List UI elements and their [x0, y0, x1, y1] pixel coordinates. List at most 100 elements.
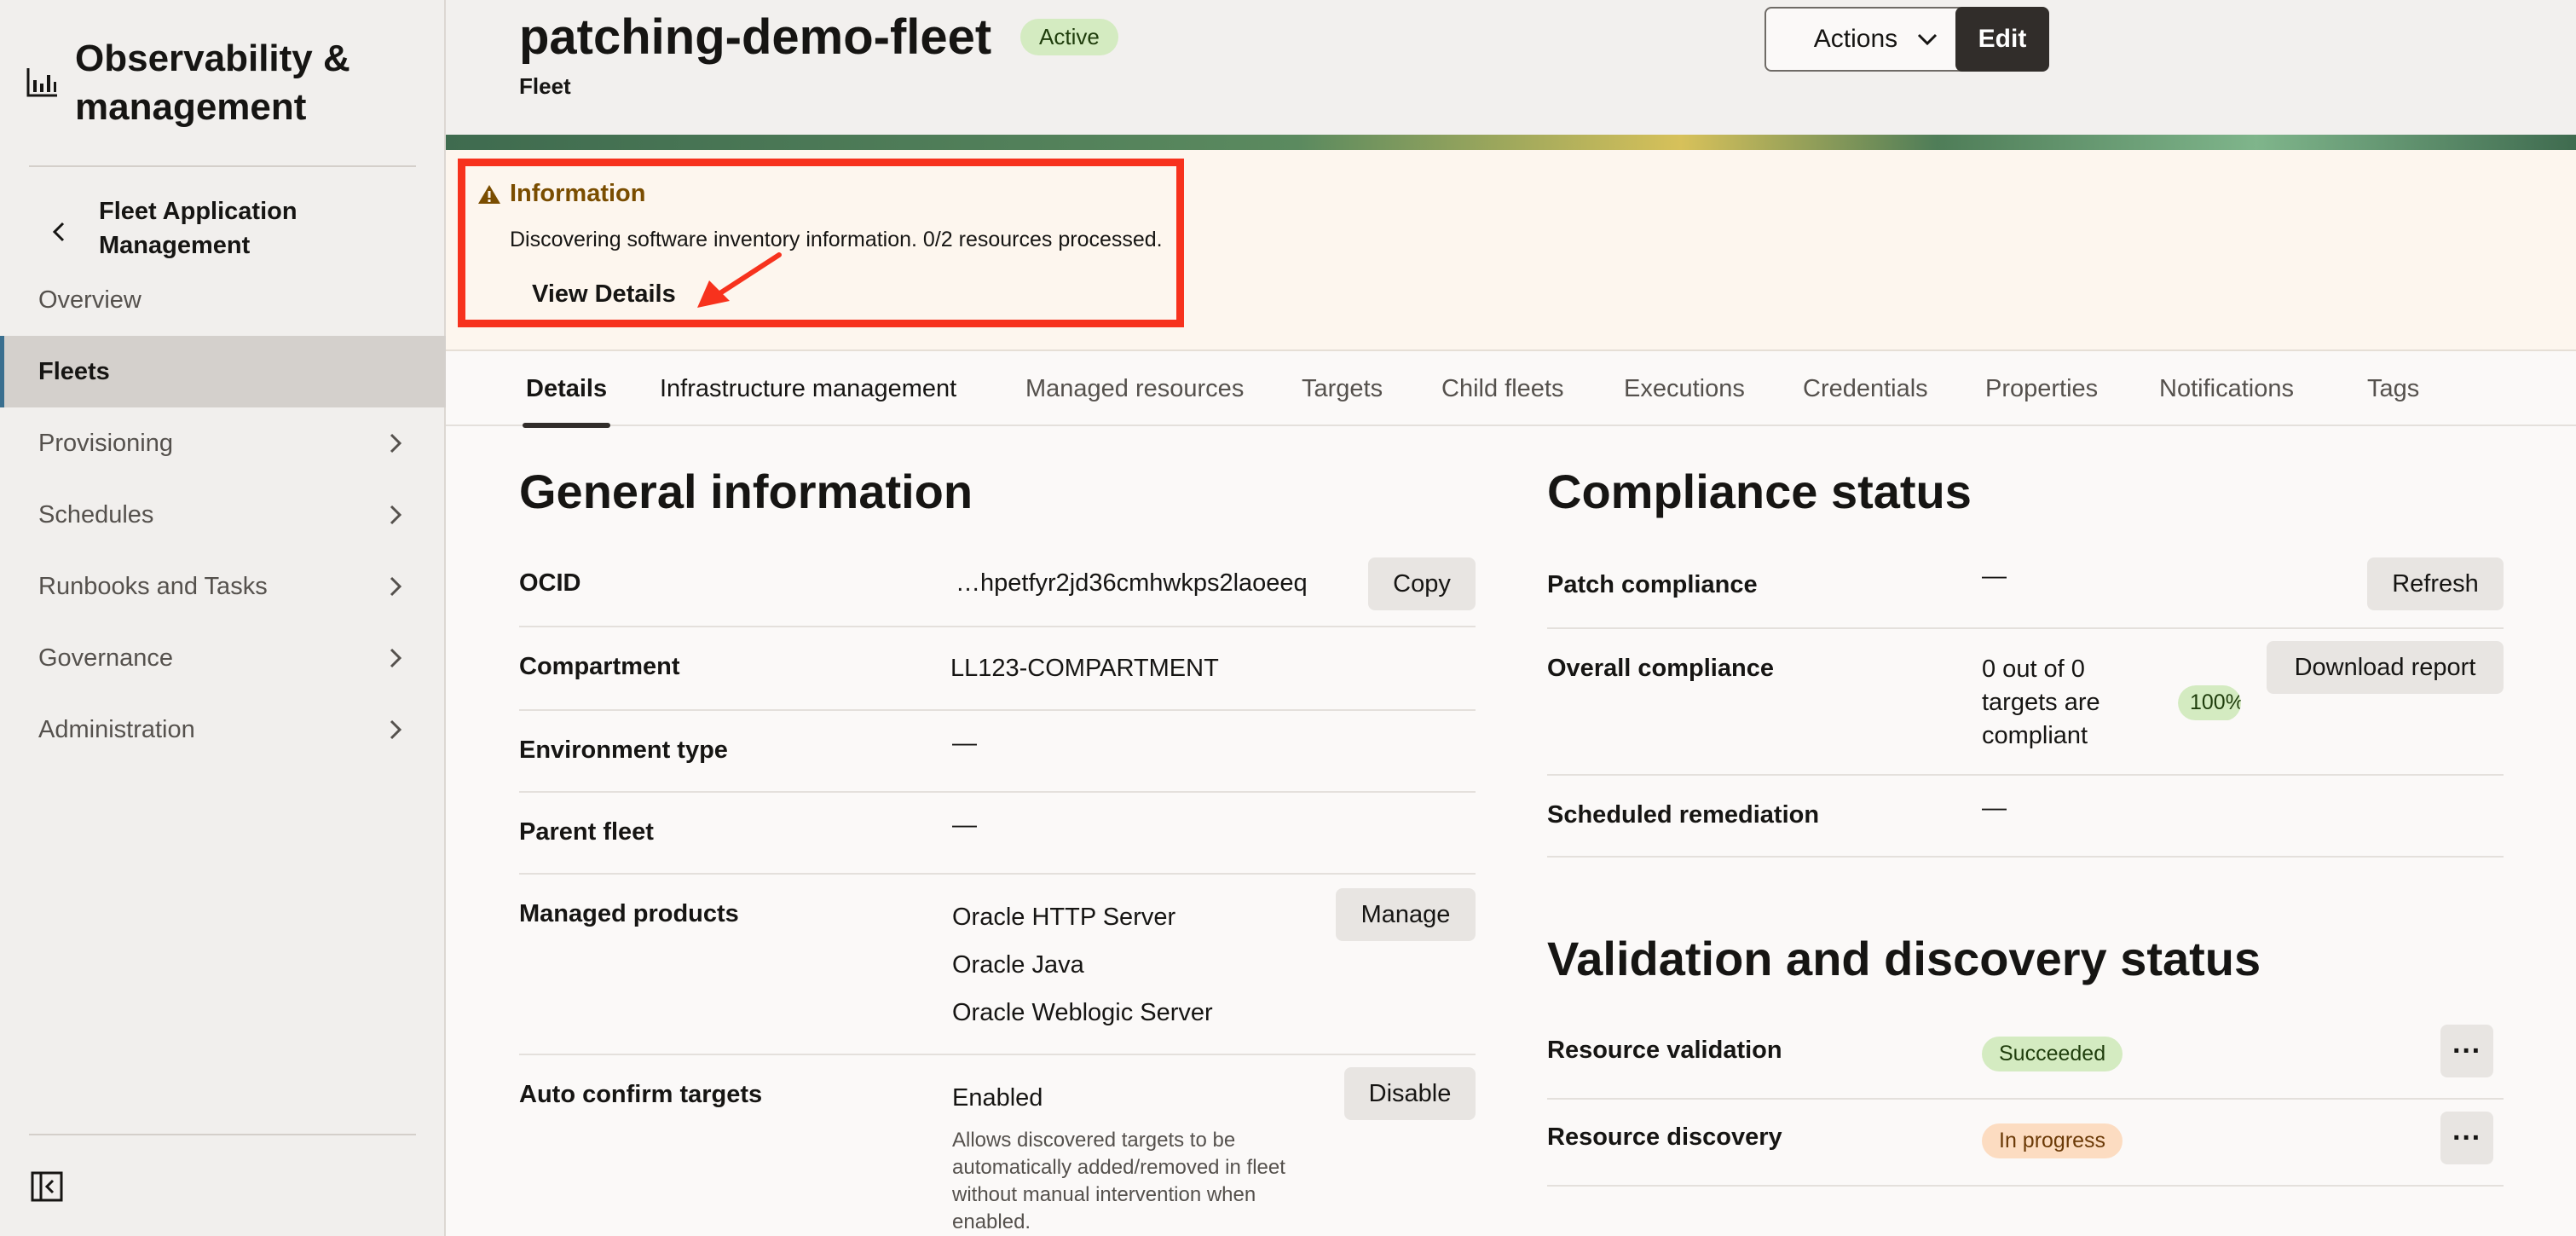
tab-properties[interactable]: Properties — [1985, 375, 2098, 403]
row-divider — [519, 873, 1476, 875]
tab-notifications[interactable]: Notifications — [2159, 375, 2294, 403]
tab-child-fleets[interactable]: Child fleets — [1441, 375, 1563, 403]
chevron-right-icon — [390, 576, 402, 597]
resource-validation-more-button[interactable]: ··· — [2440, 1025, 2493, 1077]
chevron-down-icon — [1918, 33, 1938, 46]
disable-button[interactable]: Disable — [1344, 1067, 1476, 1120]
chevron-right-icon — [390, 648, 402, 668]
patch-compliance-label: Patch compliance — [1547, 571, 1758, 598]
environment-type-value: — — [952, 730, 977, 757]
row-divider — [519, 626, 1476, 627]
download-report-button[interactable]: Download report — [2267, 641, 2504, 694]
resource-discovery-status-badge: In progress — [1982, 1123, 2123, 1158]
sidebar-item-label: Schedules — [38, 500, 154, 528]
row-divider — [1547, 1185, 2504, 1187]
managed-products-label: Managed products — [519, 900, 739, 927]
actions-button[interactable]: Actions — [1765, 7, 1988, 72]
row-divider — [1547, 1098, 2504, 1100]
resource-validation-label: Resource validation — [1547, 1037, 1782, 1064]
overall-compliance-value: 0 out of 0 targets are compliant — [1982, 656, 2100, 749]
sidebar-item-label: Governance — [38, 644, 173, 672]
patch-compliance-value: — — [1982, 563, 2007, 590]
view-details-link[interactable]: View Details — [532, 280, 676, 309]
back-label: Fleet Application Management — [99, 198, 297, 259]
parent-fleet-value: — — [952, 811, 977, 839]
sidebar-item-provisioning[interactable]: Provisioning — [0, 407, 446, 479]
tab-targets[interactable]: Targets — [1302, 375, 1383, 403]
app-title-text: Observability & management — [75, 38, 350, 128]
more-actions-icon: ··· — [2452, 1121, 2481, 1154]
chevron-left-icon — [52, 222, 65, 242]
compliance-percentage-badge: 100% — [2178, 685, 2241, 721]
page-header: patching-demo-fleet Active Fleet Actions… — [446, 0, 2576, 135]
compliance-status-title: Compliance status — [1547, 465, 1972, 518]
row-divider — [519, 1054, 1476, 1055]
scheduled-remediation-label: Scheduled remediation — [1547, 801, 1820, 829]
sidebar-item-governance[interactable]: Governance — [0, 622, 446, 694]
sidebar-divider — [29, 1134, 416, 1135]
tab-credentials[interactable]: Credentials — [1803, 375, 1928, 403]
tab-executions[interactable]: Executions — [1624, 375, 1745, 403]
row-divider — [519, 791, 1476, 793]
app-title: Observability & management — [26, 34, 382, 131]
row-divider — [519, 709, 1476, 711]
chevron-right-icon — [390, 505, 402, 525]
sidebar-item-label: Administration — [38, 715, 195, 743]
chevron-right-icon — [390, 433, 402, 453]
sidebar-item-label: Runbooks and Tasks — [38, 572, 268, 600]
manage-button[interactable]: Manage — [1336, 888, 1476, 941]
ocid-label: OCID — [519, 569, 581, 597]
tab-bar: Details Infrastructure management Manage… — [446, 351, 2576, 428]
warning-icon — [478, 185, 500, 204]
annotation-arrow-icon — [697, 252, 782, 308]
ocid-value: …hpetfyr2jd36cmhwkps2laoeeq — [956, 569, 1308, 597]
sidebar-item-label: Overview — [38, 286, 142, 314]
sidebar-divider — [29, 165, 416, 167]
resource-discovery-more-button[interactable]: ··· — [2440, 1112, 2493, 1164]
overall-compliance-label: Overall compliance — [1547, 655, 1774, 682]
tab-managed-resources[interactable]: Managed resources — [1025, 375, 1244, 403]
resource-discovery-label: Resource discovery — [1547, 1123, 1782, 1151]
sidebar-item-fleets[interactable]: Fleets — [0, 336, 446, 407]
compartment-value: LL123-COMPARTMENT — [950, 655, 1219, 682]
refresh-button[interactable]: Refresh — [2367, 557, 2504, 610]
copy-button[interactable]: Copy — [1368, 557, 1476, 610]
details-content: General information OCID …hpetfyr2jd36cm… — [446, 426, 2576, 1236]
header-banner-image — [446, 135, 2576, 150]
page-title: patching-demo-fleet — [519, 9, 992, 65]
status-badge: Active — [1020, 19, 1118, 55]
tab-details[interactable]: Details — [522, 375, 611, 428]
sidebar-item-overview[interactable]: Overview — [0, 264, 446, 336]
row-divider — [1547, 774, 2504, 776]
auto-confirm-targets-value: Enabled — [952, 1084, 1043, 1112]
sidebar-item-label: Provisioning — [38, 429, 173, 457]
managed-product-item: Oracle Java — [952, 951, 1084, 979]
sidebar-item-schedules[interactable]: Schedules — [0, 479, 446, 551]
row-divider — [1547, 627, 2504, 629]
compartment-label: Compartment — [519, 653, 680, 680]
tab-tags[interactable]: Tags — [2367, 375, 2419, 403]
validation-discovery-title: Validation and discovery status — [1547, 932, 2261, 985]
information-banner: Information Discovering software invento… — [446, 150, 2576, 351]
more-actions-icon: ··· — [2452, 1034, 2481, 1067]
chevron-right-icon — [390, 719, 402, 740]
back-to-fleet-application-management[interactable]: Fleet Application Management — [48, 194, 321, 263]
resource-validation-status-badge: Succeeded — [1982, 1037, 2123, 1071]
collapse-sidebar-icon[interactable] — [31, 1171, 63, 1202]
auto-confirm-targets-label: Auto confirm targets — [519, 1081, 763, 1108]
managed-product-item: Oracle HTTP Server — [952, 904, 1176, 931]
edit-button[interactable]: Edit — [1955, 7, 2049, 72]
parent-fleet-label: Parent fleet — [519, 818, 654, 846]
scheduled-remediation-value: — — [1982, 794, 2007, 822]
information-message: Discovering software inventory informati… — [510, 228, 1163, 251]
observability-icon — [26, 68, 57, 97]
sidebar-item-label: Fleets — [38, 357, 110, 385]
sidebar-item-runbooks-and-tasks[interactable]: Runbooks and Tasks — [0, 551, 446, 622]
sidebar-item-administration[interactable]: Administration — [0, 694, 446, 765]
general-information-title: General information — [519, 465, 973, 518]
tab-infrastructure-management[interactable]: Infrastructure management — [660, 375, 956, 403]
environment-type-label: Environment type — [519, 736, 728, 764]
page-subtitle: Fleet — [519, 73, 571, 99]
actions-label: Actions — [1813, 25, 1898, 53]
managed-product-item: Oracle Weblogic Server — [952, 999, 1213, 1026]
